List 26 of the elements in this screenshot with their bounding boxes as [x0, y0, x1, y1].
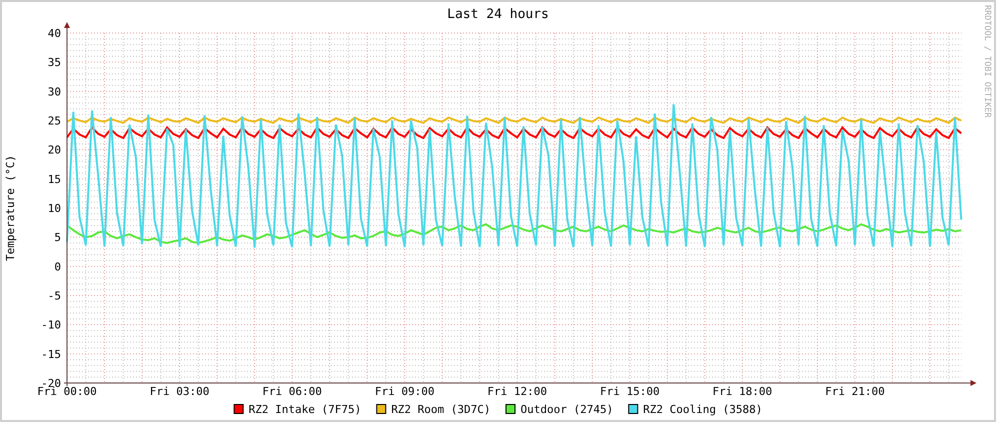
- y-tick-label: 20: [48, 144, 61, 157]
- y-tick-label: 10: [48, 202, 61, 215]
- y-tick-label: 25: [48, 114, 61, 128]
- y-axis-title: Temperature (°C): [4, 155, 17, 261]
- x-tick-label: Fri 18:00: [712, 385, 772, 398]
- y-tick-label: 15: [48, 172, 61, 186]
- x-tick-label: Fri 06:00: [262, 385, 322, 398]
- chart-title: Last 24 hours: [447, 7, 549, 22]
- y-tick-label: -15: [41, 348, 61, 361]
- y-tick-label: 40: [48, 27, 61, 40]
- x-tick-label: Fri 09:00: [374, 385, 434, 398]
- y-tick-label: 0: [54, 260, 61, 274]
- y-tick-label: -5: [48, 290, 61, 302]
- x-tick-label: Fri 12:00: [487, 385, 548, 398]
- legend-label: Outdoor (2745): [520, 403, 614, 416]
- y-tick-label: -10: [41, 318, 61, 332]
- y-tick-label: 35: [48, 56, 61, 70]
- x-tick-label: Fri 21:00: [825, 385, 885, 398]
- y-tick-label: 30: [48, 85, 61, 98]
- y-tick-label: 5: [54, 231, 61, 244]
- x-tick-label: Fri 15:00: [600, 385, 660, 398]
- x-tick-label: Fri 03:00: [150, 385, 210, 398]
- legend-label: RZ2 Room (3D7C): [391, 403, 491, 416]
- legend-label: RZ2 Intake (7F75): [248, 403, 362, 416]
- legend-label: RZ2 Cooling (3588): [643, 403, 762, 416]
- side-credit: RRDTOOL / TOBI OETIKER: [982, 5, 992, 118]
